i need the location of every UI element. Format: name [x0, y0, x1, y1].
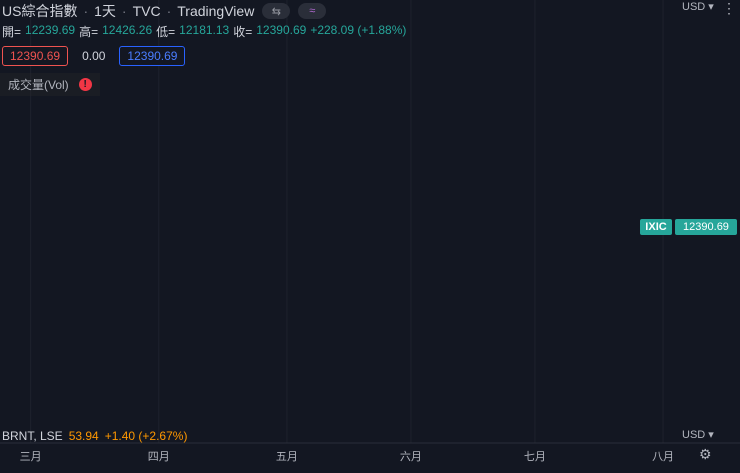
provider-label: TradingView — [177, 3, 255, 19]
symbol-header: US綜合指數 · 1天 · TVC · TradingView ⇆ ≈ — [2, 1, 327, 21]
time-tick-label: 四月 — [148, 451, 170, 463]
chevron-down-icon: ▾ — [708, 429, 714, 441]
time-tick-label: 七月 — [524, 450, 546, 463]
chevron-down-icon: ▾ — [708, 1, 714, 13]
low-value: 12181.13 — [179, 23, 230, 37]
volume-label: 成交量(Vol) — [8, 78, 69, 92]
time-tick-label: 八月 — [652, 451, 674, 463]
gear-icon[interactable]: ⚙ — [699, 446, 712, 463]
grid — [30, 0, 664, 443]
currency-selector-top[interactable]: USD ▾ — [682, 0, 714, 14]
high-value: 12426.26 — [102, 23, 153, 37]
sell-button[interactable]: 12390.69 — [2, 46, 69, 66]
volume-indicator[interactable]: 成交量(Vol) ! — [0, 73, 100, 96]
symbol-tag: IXIC — [640, 219, 672, 235]
ohlc-readout: 開= 12239.69 高= 12426.26 低= 12181.13 收= 12390… — [2, 23, 406, 40]
open-value: 12239.69 — [25, 23, 76, 37]
interval-label[interactable]: 1天 — [94, 1, 116, 21]
time-tick-label: 五月 — [276, 451, 298, 463]
close-label: 收= — [233, 25, 253, 39]
open-label: 開= — [2, 25, 22, 39]
brent-change: +1.40 (+2.67%) — [104, 429, 188, 443]
source-label: TVC — [132, 3, 161, 19]
close-value: 12390.69 — [256, 23, 307, 37]
brent-overlay-legend[interactable]: BRNT, LSE 53.94 +1.40 (+2.67%) — [2, 429, 187, 443]
price-chart[interactable]: 15000.0014500.0014000.0013500.0013000.00… — [0, 0, 740, 473]
brent-name: BRNT, LSE — [2, 429, 63, 443]
indicator-toggle-icon[interactable]: ≈ — [298, 3, 327, 19]
time-tick-label: 六月 — [400, 450, 422, 463]
symbol-name[interactable]: US綜合指數 — [2, 1, 77, 21]
low-label: 低= — [156, 25, 176, 39]
buy-button[interactable]: 12390.69 — [119, 46, 186, 66]
currency-label: USD — [682, 0, 706, 13]
brent-value: 53.94 — [68, 429, 99, 443]
compare-toggle-icon[interactable]: ⇆ — [262, 3, 291, 19]
currency-label: USD — [682, 428, 706, 441]
spread-value: 0.00 — [82, 49, 106, 63]
more-options-icon[interactable]: ⋮ — [722, 0, 736, 17]
warning-icon[interactable]: ! — [78, 78, 92, 91]
time-axis: 三月 四月 五月 六月 七月 八月 — [20, 450, 674, 463]
change-value: +228.09 (+1.88%) — [310, 23, 407, 37]
last-price-tag: 12390.69 — [675, 219, 737, 235]
trade-buttons: 12390.69 0.00 12390.69 — [2, 46, 186, 66]
high-label: 高= — [79, 25, 99, 39]
time-tick-label: 三月 — [20, 451, 42, 463]
currency-selector-bottom[interactable]: USD ▾ — [682, 428, 714, 442]
